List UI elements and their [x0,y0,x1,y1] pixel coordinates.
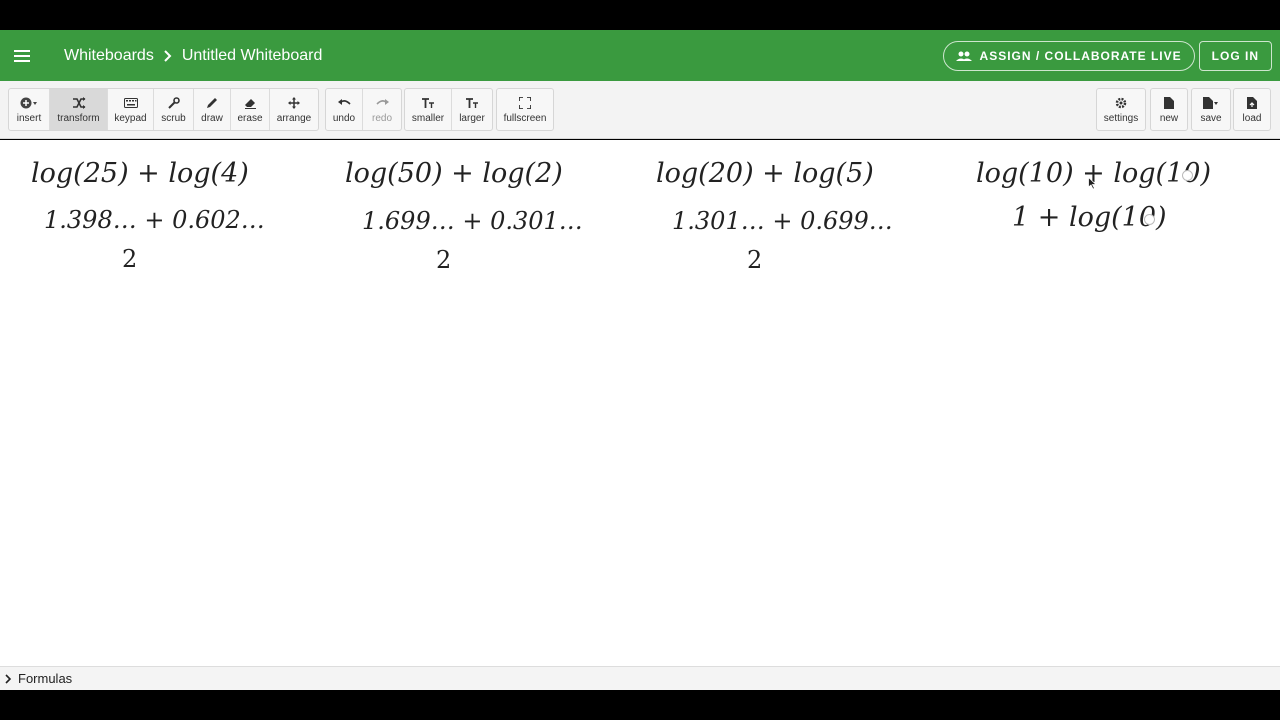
draw-button[interactable]: draw [194,89,231,130]
save-file-icon [1203,95,1219,111]
breadcrumb-root[interactable]: Whiteboards [64,47,154,65]
load-file-icon [1247,95,1257,111]
text-size-icon [421,95,435,111]
expression-line[interactable]: 1.398… + 0.602… [44,206,265,234]
whiteboard-canvas[interactable]: log(25) + log(4) 1.398… + 0.602… 2 log(5… [0,140,1280,666]
redo-icon [375,95,389,111]
wrench-icon [167,95,180,111]
text-size-icon [465,95,479,111]
toolbar-group-history: undo redo [325,88,402,131]
expression-result[interactable]: 2 [436,246,451,274]
file-icon [1164,95,1174,111]
step-handle[interactable] [1144,214,1155,225]
login-button[interactable]: LOG IN [1198,40,1272,71]
group-icon [955,51,972,61]
arrange-button[interactable]: arrange [270,89,318,130]
toolbar: insert transform keypad scrub draw erase… [0,81,1280,139]
keyboard-icon [123,95,138,111]
fullscreen-button[interactable]: fullscreen [497,89,553,130]
toolbar-group-save: save [1191,88,1231,131]
scrub-button[interactable]: scrub [154,89,194,130]
breadcrumb-current[interactable]: Untitled Whiteboard [182,47,323,65]
expression-line[interactable]: log(20) + log(5) [656,158,874,189]
load-button[interactable]: load [1234,89,1270,130]
toolbar-group-load: load [1233,88,1271,131]
toolbar-group-tools: insert transform keypad scrub draw erase… [8,88,319,131]
keypad-button[interactable]: keypad [108,89,154,130]
expression-line[interactable]: 1.301… + 0.699… [672,207,893,235]
step-handle[interactable] [1182,170,1193,181]
settings-button[interactable]: settings [1097,89,1145,130]
formulas-panel-toggle[interactable]: Formulas [0,666,1280,690]
hamburger-menu-icon[interactable] [0,34,44,78]
insert-button[interactable]: insert [9,89,50,130]
toolbar-group-size: smaller larger [404,88,493,131]
move-icon [288,95,300,111]
expression-line[interactable]: log(25) + log(4) [31,158,249,189]
expression-result[interactable]: 2 [747,246,762,274]
formulas-label: Formulas [18,671,73,686]
smaller-button[interactable]: smaller [405,89,452,130]
letterbox-bottom [0,690,1280,720]
undo-button[interactable]: undo [326,89,363,130]
toolbar-group-settings: settings [1096,88,1146,131]
redo-button[interactable]: redo [363,89,401,130]
mouse-cursor-icon [1088,176,1098,195]
shuffle-icon [72,95,86,111]
expression-line[interactable]: log(50) + log(2) [345,158,563,189]
breadcrumb: Whiteboards Untitled Whiteboard [64,47,322,65]
gear-icon [1115,95,1127,111]
assign-collaborate-button[interactable]: ASSIGN / COLLABORATE LIVE [942,40,1195,71]
larger-button[interactable]: larger [452,89,492,130]
new-button[interactable]: new [1151,89,1187,130]
app-bar: Whiteboards Untitled Whiteboard ASSIGN /… [0,30,1280,81]
undo-icon [337,95,351,111]
add-circle-icon [20,95,38,111]
chevron-right-icon [164,49,172,62]
save-button[interactable]: save [1192,89,1230,130]
transform-button[interactable]: transform [50,89,108,130]
toolbar-group-view: fullscreen [496,88,554,131]
assign-collaborate-label: ASSIGN / COLLABORATE LIVE [979,48,1182,63]
letterbox-top [0,0,1280,30]
pencil-icon [206,95,218,111]
expression-result[interactable]: 2 [122,245,137,273]
erase-button[interactable]: erase [231,89,270,130]
chevron-right-icon [4,673,12,684]
fullscreen-icon [519,95,531,111]
toolbar-group-new: new [1150,88,1188,131]
eraser-icon [244,95,257,111]
expression-line[interactable]: 1.699… + 0.301… [362,207,583,235]
